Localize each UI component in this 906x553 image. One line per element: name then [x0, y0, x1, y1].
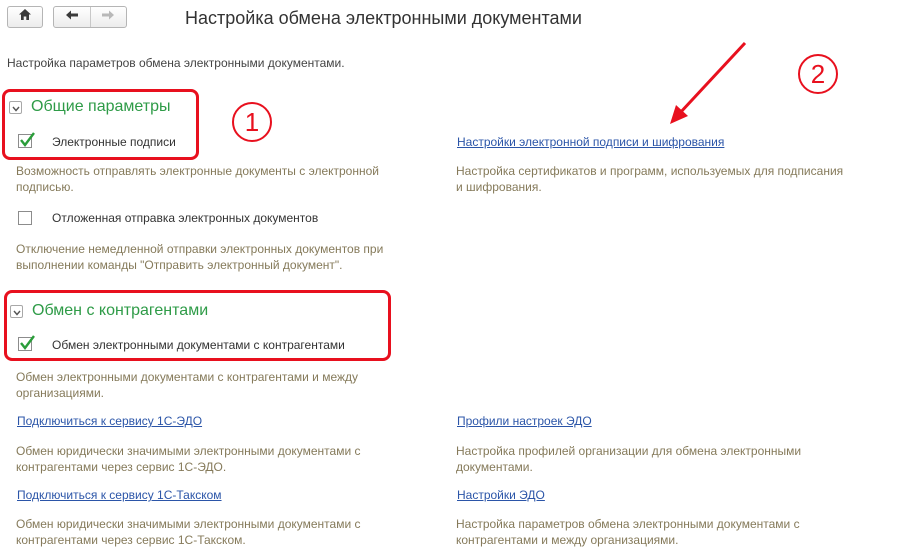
annotation-arrow-icon: [670, 41, 747, 124]
